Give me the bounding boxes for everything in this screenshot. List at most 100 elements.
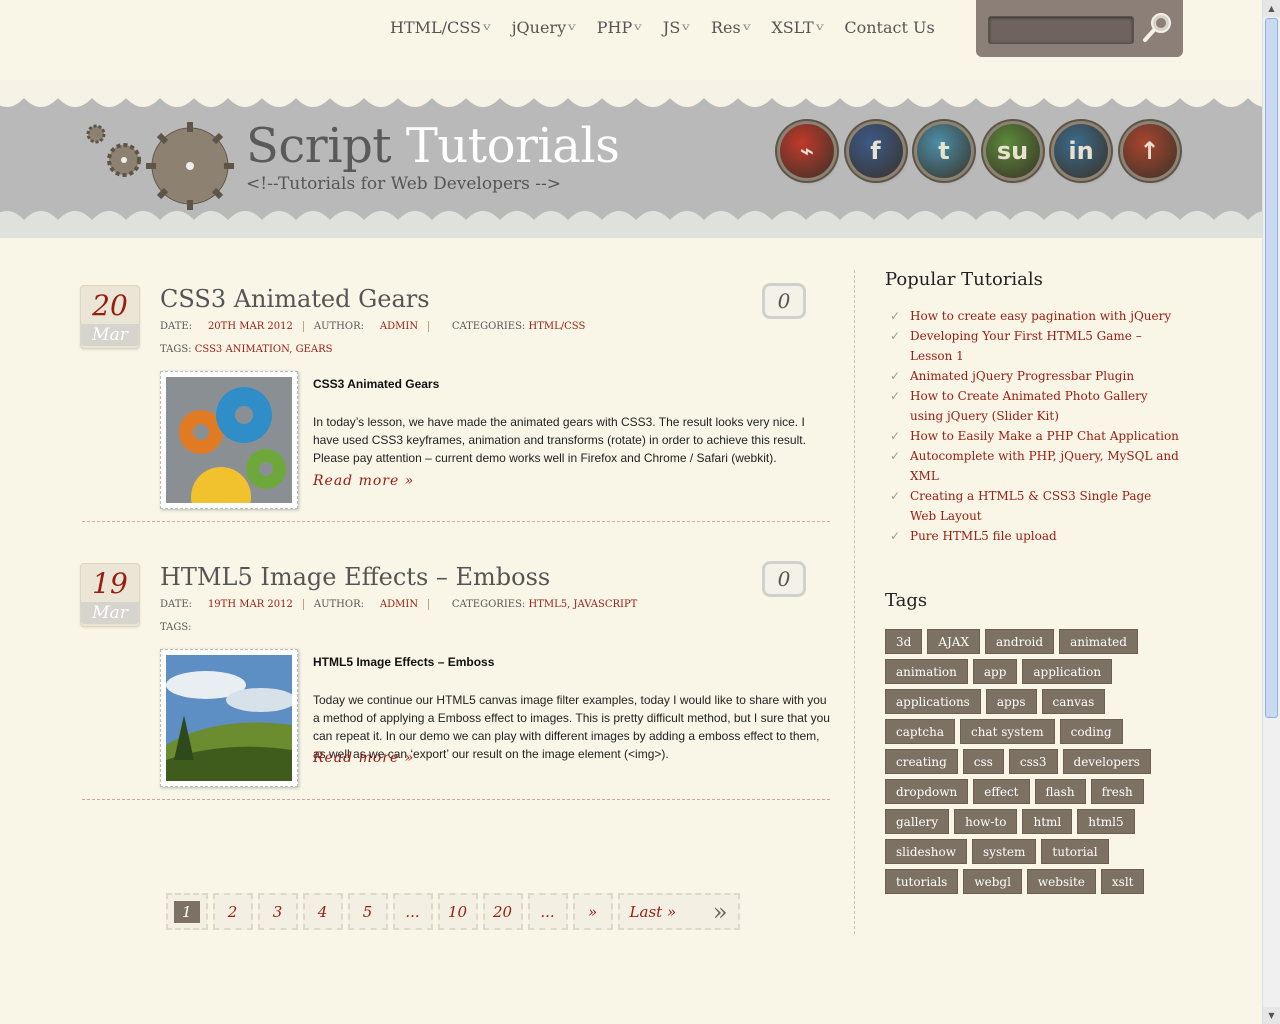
linkedin-icon[interactable]: in: [1054, 124, 1108, 178]
meta-date: DATE: 19th Mar 2012: [160, 599, 304, 610]
tag-canvas[interactable]: canvas: [1041, 689, 1106, 714]
scrollbar[interactable]: ▲ ▼: [1262, 0, 1280, 1024]
page-link[interactable]: ...: [392, 893, 433, 930]
tag-coding[interactable]: coding: [1059, 719, 1123, 744]
scroll-down-button[interactable]: ▼: [1263, 1007, 1280, 1024]
search-button[interactable]: [1141, 10, 1175, 44]
tag-3d[interactable]: 3d: [885, 629, 923, 654]
popular-item-link[interactable]: Creating a HTML5 & CSS3 Single Page Web …: [910, 489, 1151, 523]
nav-item-label: jQuery: [511, 18, 567, 37]
popular-item: ✓ How to create easy pagination with jQue…: [890, 306, 1180, 326]
tag-applications[interactable]: applications: [885, 689, 981, 714]
tag-app[interactable]: app: [972, 659, 1018, 684]
comment-count-bubble[interactable]: 0: [762, 561, 806, 597]
nav-item-xslt[interactable]: XSLT v: [771, 18, 823, 37]
tag-creating[interactable]: creating: [885, 749, 958, 774]
tag-css3[interactable]: css3: [1008, 749, 1058, 774]
stumbleupon-icon[interactable]: su: [985, 124, 1040, 178]
nav-item-php[interactable]: PHP v: [597, 18, 643, 37]
tag-html5[interactable]: html5: [1077, 809, 1135, 834]
meta-categories: CATEGORIES: HTML5, JavaScript: [439, 599, 647, 610]
tag-system[interactable]: system: [972, 839, 1037, 864]
post-tags: TAGS: css3 animation, gears: [160, 344, 332, 355]
nav-item-res[interactable]: Res v: [711, 18, 751, 37]
nav-item-html-css[interactable]: HTML/CSS v: [390, 18, 491, 37]
nav-item-contact-us[interactable]: Contact Us: [844, 18, 934, 37]
tag-fresh[interactable]: fresh: [1090, 779, 1144, 804]
tag-slideshow[interactable]: slideshow: [885, 839, 967, 864]
tag-developers[interactable]: developers: [1062, 749, 1151, 774]
tag-ajax[interactable]: AJAX: [927, 629, 981, 654]
post-divider: [82, 521, 830, 522]
page-link[interactable]: 4: [302, 893, 343, 930]
logo-gears-icon[interactable]: [84, 120, 244, 210]
page-link[interactable]: 2: [212, 893, 253, 930]
facebook-icon[interactable]: f: [848, 124, 903, 178]
tag-animated[interactable]: animated: [1059, 629, 1138, 654]
scallop-border-top: [0, 80, 1262, 107]
scallop-border-bottom: [0, 211, 1262, 238]
tag-gallery[interactable]: gallery: [885, 809, 950, 834]
comment-count-bubble[interactable]: 0: [762, 283, 806, 319]
page-link[interactable]: 3: [257, 893, 298, 930]
tag-xslt[interactable]: xslt: [1100, 869, 1145, 894]
page-link[interactable]: 10: [437, 893, 478, 930]
tag-css[interactable]: css: [962, 749, 1004, 774]
tag-webgl[interactable]: webgl: [963, 869, 1022, 894]
popular-item-link[interactable]: Animated jQuery Progressbar Plugin: [910, 369, 1134, 383]
tag-tutorials[interactable]: tutorials: [885, 869, 959, 894]
post-tags-links[interactable]: css3 animation, gears: [195, 344, 333, 355]
tag-animation[interactable]: animation: [885, 659, 968, 684]
page-last-button[interactable]: Last » »: [617, 893, 740, 930]
meta-date-link[interactable]: 19th Mar 2012: [208, 599, 293, 610]
meta-author-link[interactable]: admin: [380, 321, 418, 332]
post-thumbnail[interactable]: [160, 649, 298, 787]
scroll-thumb[interactable]: [1265, 18, 1278, 718]
popular-item-link[interactable]: Autocomplete with PHP, jQuery, MySQL and…: [910, 449, 1179, 483]
read-more-link[interactable]: Read more »: [313, 750, 414, 766]
scroll-up-button[interactable]: ▲: [1263, 0, 1280, 17]
popular-item-link[interactable]: How to Create Animated Photo Gallery usi…: [910, 389, 1148, 423]
page-current[interactable]: 1: [166, 893, 208, 930]
page-link[interactable]: »: [572, 893, 613, 930]
top-bar: HTML/CSS v jQuery v PHP v JS v Res v XSLT v Contact …: [0, 0, 1262, 80]
popular-item-link[interactable]: Pure HTML5 file upload: [910, 529, 1057, 543]
search-input[interactable]: [988, 16, 1134, 44]
post-title[interactable]: HTML5 Image Effects – Emboss: [160, 563, 550, 591]
meta-author-link[interactable]: admin: [380, 599, 418, 610]
read-more-link[interactable]: Read more »: [313, 473, 414, 489]
tag-apps[interactable]: apps: [985, 689, 1037, 714]
digg-icon[interactable]: ↑: [1122, 124, 1177, 178]
tag-captcha[interactable]: captcha: [885, 719, 955, 744]
tag-html[interactable]: html: [1022, 809, 1073, 834]
checkmark-icon: ✓: [890, 489, 901, 503]
tag-how-to[interactable]: how-to: [954, 809, 1018, 834]
page-link[interactable]: 20: [482, 893, 523, 930]
tag-website[interactable]: website: [1026, 869, 1096, 894]
tag-dropdown[interactable]: dropdown: [885, 779, 969, 804]
page-link[interactable]: 5: [347, 893, 388, 930]
tag-android[interactable]: android: [985, 629, 1055, 654]
post-thumbnail[interactable]: [160, 371, 298, 509]
tag-flash[interactable]: flash: [1034, 779, 1086, 804]
twitter-icon[interactable]: t: [917, 124, 971, 178]
popular-item-link[interactable]: How to Easily Make a PHP Chat Applicatio…: [910, 429, 1179, 443]
tag-tutorial[interactable]: tutorial: [1041, 839, 1109, 864]
popular-tutorials-list: ✓ How to create easy pagination with jQue…: [890, 306, 1180, 546]
meta-date-link[interactable]: 20th Mar 2012: [208, 321, 293, 332]
rss-icon[interactable]: ⌁: [780, 124, 834, 178]
chevron-down-icon: v: [634, 22, 643, 33]
nav-item-js[interactable]: JS v: [663, 18, 690, 37]
meta-categories-link[interactable]: HTML5, JavaScript: [528, 599, 637, 610]
tag-effect[interactable]: effect: [973, 779, 1030, 804]
site-title[interactable]: Script Tutorials: [246, 118, 620, 174]
nav-item-jquery[interactable]: jQuery v: [511, 18, 576, 37]
tag-chat-system[interactable]: chat system: [959, 719, 1055, 744]
popular-item-link[interactable]: Developing Your First HTML5 Game – Lesso…: [910, 329, 1142, 363]
meta-categories-link[interactable]: HTML/CSS: [528, 321, 585, 332]
tag-application[interactable]: application: [1022, 659, 1113, 684]
page-link[interactable]: ...: [527, 893, 568, 930]
post-excerpt: In today’s lesson, we have made the anim…: [313, 415, 806, 465]
popular-item-link[interactable]: How to create easy pagination with jQuer…: [910, 309, 1171, 323]
post-title[interactable]: CSS3 Animated Gears: [160, 285, 430, 313]
